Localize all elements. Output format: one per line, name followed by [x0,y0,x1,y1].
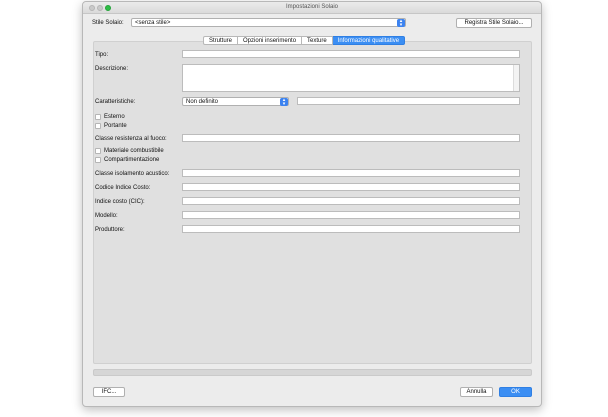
compartimentazione-label: Compartimentazione [104,157,160,163]
descrizione-label: Descrizione: [95,66,129,72]
ok-button[interactable]: OK [499,387,532,397]
tab-strutture[interactable]: Strutture [203,36,239,45]
tab-bar: Strutture Opzioni inserimento Texture In… [203,36,406,45]
indice-costo-field[interactable] [182,197,520,205]
popup-arrows-icon: ▴ ▾ [397,19,405,28]
tipo-label: Tipo: [95,52,109,58]
caratteristiche-extra-field[interactable] [297,97,520,105]
materiale-combustibile-checkbox[interactable] [95,148,101,154]
compartimentazione-checkbox[interactable] [95,157,101,163]
classe-fuoco-label: Classe resistenza al fuoco: [95,136,167,142]
classe-acustico-label: Classe isolamento acustico: [95,171,170,177]
title-bar: Impostazioni Solaio [83,2,541,14]
indice-costo-label: Indice costo (CIC): [95,199,145,205]
codice-costo-field[interactable] [182,183,520,191]
classe-fuoco-field[interactable] [182,134,520,142]
style-popup-value: <senza stile> [135,20,171,26]
portante-checkbox[interactable] [95,123,101,129]
modello-field[interactable] [182,211,520,219]
descrizione-scrollbar[interactable] [513,65,519,91]
classe-acustico-field[interactable] [182,169,520,177]
caratteristiche-label: Caratteristiche: [95,99,136,105]
settings-window: Impostazioni Solaio Stile Solaio: <senza… [82,1,542,407]
produttore-label: Produttore: [95,227,125,233]
caratteristiche-popup-value: Non definito [186,99,219,105]
modello-label: Modello: [95,213,118,219]
caratteristiche-popup[interactable]: Non definito ▴ ▾ [182,97,289,107]
ifc-button[interactable]: IFC... [93,387,125,397]
window-title: Impostazioni Solaio [285,4,339,10]
tab-informazioni-qualitative[interactable]: Informazioni qualitative [332,36,406,45]
produttore-field[interactable] [182,225,520,233]
tab-texture[interactable]: Texture [302,36,333,45]
cancel-button[interactable]: Annulla [460,387,493,397]
tab-opzioni-inserimento[interactable]: Opzioni inserimento [238,36,303,45]
tipo-field[interactable] [182,50,520,58]
horizontal-scrollbar[interactable] [93,369,532,376]
codice-costo-label: Codice Indice Costo: [95,185,151,191]
style-popup[interactable]: <senza stile> ▴ ▾ [131,18,406,28]
esterno-label: Esterno [104,114,125,120]
popup-arrows-icon: ▴ ▾ [280,98,288,107]
materiale-combustibile-label: Materiale combustibile [104,148,164,154]
descrizione-textarea[interactable] [182,64,520,92]
style-label: Stile Solaio: [92,20,124,26]
register-style-button[interactable]: Registra Stile Solaio... [456,18,532,28]
portante-label: Portante [104,123,127,129]
esterno-checkbox[interactable] [95,114,101,120]
